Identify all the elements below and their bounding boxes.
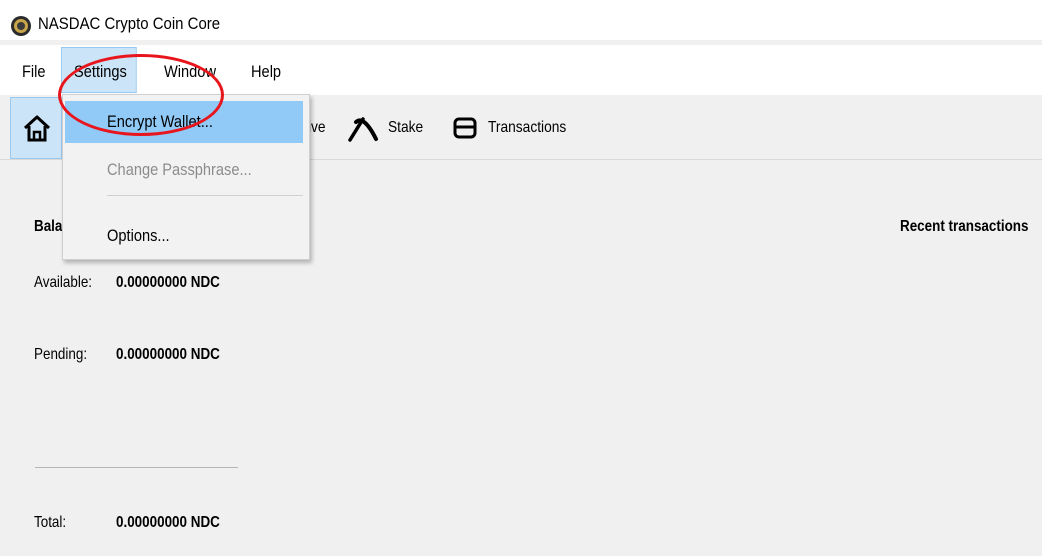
menu-window[interactable]: Window (164, 59, 216, 85)
pickaxe-icon (348, 117, 378, 142)
nasdac-coin-icon (11, 16, 31, 36)
options-menu-item[interactable]: Options... (65, 215, 303, 257)
menu-bar: File Settings Window Help (0, 45, 1042, 95)
total-label: Total: (34, 514, 67, 531)
settings-dropdown-menu: Encrypt Wallet... Change Passphrase... O… (62, 94, 310, 260)
encrypt-wallet-label: Encrypt Wallet... (107, 112, 213, 131)
encrypt-wallet-menu-item[interactable]: Encrypt Wallet... (65, 101, 303, 143)
pending-value: 0.00000000 NDC (116, 346, 220, 363)
title-bar: NASDAC Crypto Coin Core (0, 0, 1042, 40)
wallet-card-icon (453, 117, 477, 139)
transactions-label: Transactions (488, 119, 567, 136)
transactions-button[interactable]: Transactions (452, 115, 582, 143)
receive-label: ive (308, 119, 326, 136)
pending-label: Pending: (34, 346, 88, 363)
balances-heading: Bala (34, 218, 63, 235)
options-label: Options... (107, 226, 170, 245)
menu-settings[interactable]: Settings (74, 59, 127, 85)
menu-separator (107, 195, 303, 196)
change-passphrase-menu-item: Change Passphrase... (65, 149, 303, 191)
menu-help[interactable]: Help (251, 59, 281, 85)
change-passphrase-label: Change Passphrase... (107, 160, 252, 179)
stake-button[interactable]: Stake (346, 115, 436, 143)
menu-file[interactable]: File (22, 59, 46, 85)
total-divider (35, 467, 238, 468)
window-title: NASDAC Crypto Coin Core (38, 14, 221, 33)
home-icon (23, 115, 51, 142)
total-value: 0.00000000 NDC (116, 514, 220, 531)
overview-button[interactable] (10, 97, 62, 159)
recent-transactions-heading: Recent transactions (900, 218, 1029, 235)
stake-label: Stake (388, 119, 424, 136)
available-label: Available: (34, 274, 93, 291)
available-value: 0.00000000 NDC (116, 274, 220, 291)
